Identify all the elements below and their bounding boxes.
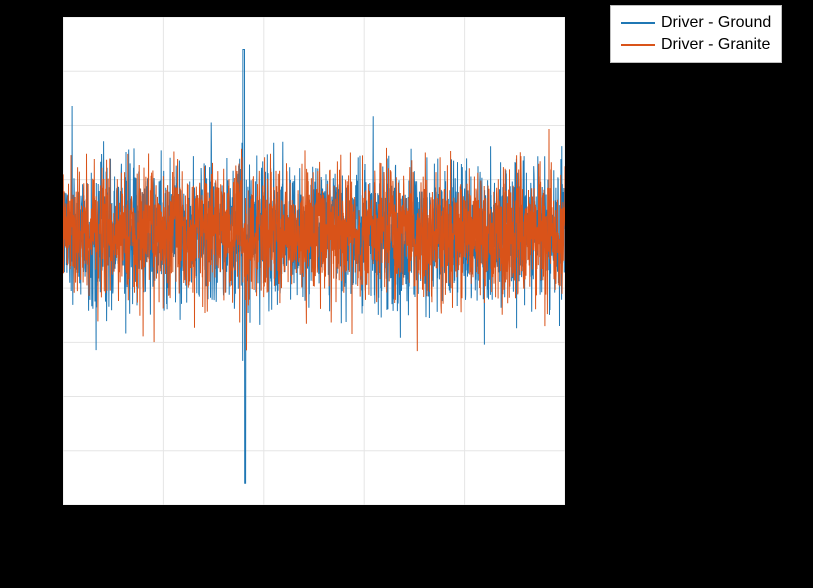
svg-text:0.4: 0.4 <box>453 511 474 528</box>
svg-text:-2: -2 <box>41 442 54 459</box>
chart-series-group <box>63 50 565 484</box>
x-axis-ticks: 0 0.1 0.2 0.3 0.4 0.5 <box>58 511 575 528</box>
svg-text:0: 0 <box>46 225 54 242</box>
legend-label: Driver - Ground <box>661 12 771 34</box>
legend-item-driver-granite: Driver - Granite <box>621 34 771 56</box>
svg-text:0.3: 0.3 <box>353 511 374 528</box>
svg-text:0.2: 0.2 <box>252 511 273 528</box>
svg-text:0.1: 0.1 <box>152 511 173 528</box>
svg-text:-1: -1 <box>41 333 54 350</box>
svg-text:-1.5: -1.5 <box>28 388 54 405</box>
y-axis-ticks: -2.5 -2 -1.5 -1 -0.5 0 0.5 1 1.5 2 <box>28 8 54 513</box>
chart-legend: Driver - Ground Driver - Granite <box>610 5 782 63</box>
legend-label: Driver - Granite <box>661 34 770 56</box>
svg-text:0: 0 <box>58 511 66 528</box>
svg-text:0.5: 0.5 <box>33 171 54 188</box>
svg-text:0.5: 0.5 <box>554 511 575 528</box>
svg-text:1: 1 <box>46 116 54 133</box>
svg-text:1.5: 1.5 <box>33 62 54 79</box>
svg-text:-2.5: -2.5 <box>28 496 54 513</box>
legend-swatch <box>621 44 655 46</box>
y-axis-label: Velocity [mm/s] <box>4 199 24 320</box>
svg-text:-0.5: -0.5 <box>28 279 54 296</box>
legend-item-driver-ground: Driver - Ground <box>621 12 771 34</box>
legend-swatch <box>621 22 655 24</box>
svg-text:2: 2 <box>46 8 54 25</box>
chart-canvas <box>63 17 565 505</box>
x-axis-label: Time [s] <box>281 532 344 552</box>
series-driver-granite <box>63 129 565 351</box>
chart-plot-area <box>62 16 566 506</box>
